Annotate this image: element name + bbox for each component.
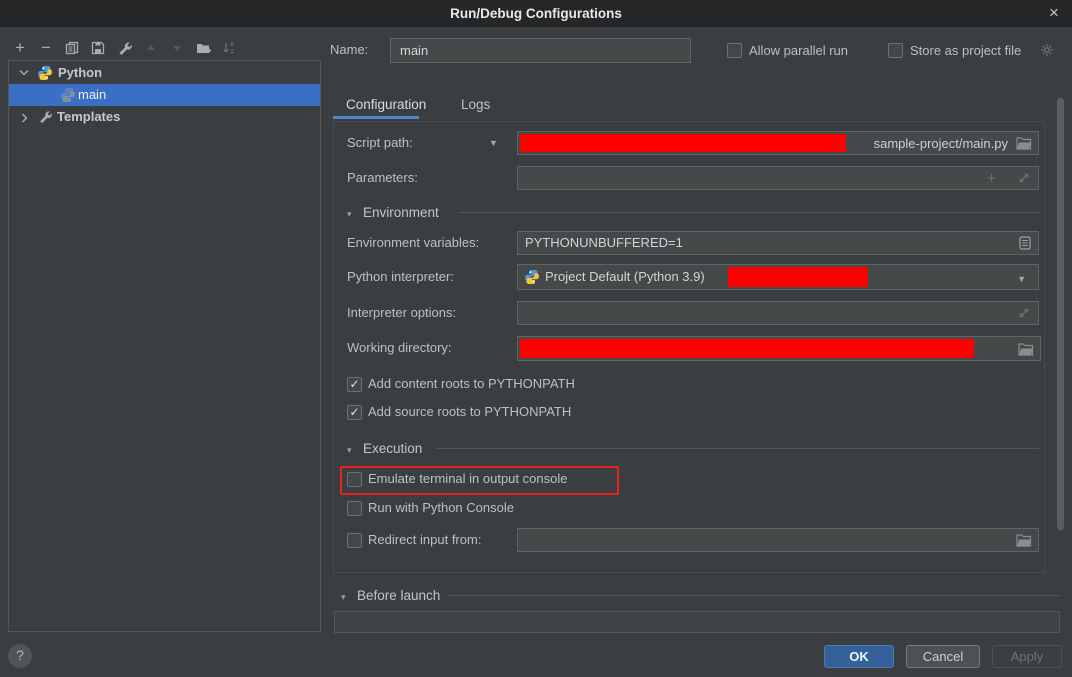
cancel-button[interactable]: Cancel — [906, 645, 980, 668]
parameters-label: Parameters: — [347, 166, 418, 190]
wrench-icon — [117, 41, 132, 56]
interpreter-options-field[interactable] — [517, 301, 1039, 325]
parameters-field[interactable]: + — [517, 166, 1039, 190]
script-path-field[interactable]: sample-project/main.py — [517, 131, 1039, 155]
store-as-project-file-label: Store as project file — [910, 43, 1021, 59]
execution-section-caret-icon[interactable]: ▾ — [347, 443, 352, 457]
working-directory-label: Working directory: — [347, 336, 452, 360]
help-icon: ? — [16, 647, 24, 663]
arrow-up-icon — [145, 42, 157, 54]
check-icon: ✓ — [349, 405, 359, 419]
environment-section-title[interactable]: Environment — [363, 205, 439, 221]
emulate-terminal-label: Emulate terminal in output console — [368, 471, 567, 487]
title-bar: Run/Debug Configurations × — [0, 0, 1072, 27]
tree-item-label: Python — [58, 62, 102, 84]
python-interpreter-label: Python interpreter: — [347, 265, 454, 289]
folder-icon[interactable] — [1016, 534, 1032, 547]
redirect-input-label: Redirect input from: — [368, 532, 481, 548]
redirect-input-field[interactable] — [517, 528, 1039, 552]
folder-plus-icon — [196, 41, 211, 55]
name-input[interactable] — [390, 38, 691, 63]
active-tab-underline — [333, 116, 419, 119]
add-source-roots-checkbox[interactable]: ✓ — [347, 405, 362, 420]
script-path-label: Script path: — [347, 131, 413, 155]
redirect-input-checkbox[interactable] — [347, 533, 362, 548]
interpreter-dropdown-icon[interactable]: ▼ — [1017, 273, 1026, 285]
allow-parallel-run-checkbox[interactable] — [727, 43, 742, 58]
before-launch-caret-icon[interactable]: ▾ — [341, 590, 346, 604]
environment-variables-field[interactable]: PYTHONUNBUFFERED=1 — [517, 231, 1039, 255]
before-launch-task-list[interactable] — [334, 611, 1060, 633]
run-with-python-console-label: Run with Python Console — [368, 500, 514, 516]
python-interpreter-combobox[interactable]: Project Default (Python 3.9) ▼ — [517, 264, 1039, 290]
emulate-terminal-checkbox[interactable] — [347, 472, 362, 487]
sort-az-icon — [222, 41, 236, 55]
python-icon — [524, 269, 540, 285]
add-configuration-button[interactable]: + — [10, 38, 30, 58]
chevron-down-icon — [19, 69, 29, 77]
tree-item-label: main — [78, 84, 106, 106]
configurations-tree: Python main Templates — [8, 60, 321, 632]
vertical-scrollbar-thumb[interactable] — [1057, 98, 1064, 530]
add-content-roots-label: Add content roots to PYTHONPATH — [368, 376, 575, 392]
add-source-roots-label: Add source roots to PYTHONPATH — [368, 404, 571, 420]
add-content-roots-checkbox[interactable]: ✓ — [347, 377, 362, 392]
wrench-icon — [38, 110, 52, 124]
move-down-button[interactable] — [167, 38, 187, 58]
run-with-python-console-checkbox[interactable] — [347, 501, 362, 516]
environment-variables-label: Environment variables: — [347, 231, 479, 255]
sort-configurations-button[interactable] — [219, 38, 239, 58]
redaction — [520, 134, 846, 152]
redaction — [520, 339, 974, 358]
execution-section-title[interactable]: Execution — [363, 441, 422, 457]
redaction — [728, 267, 868, 287]
name-label: Name: — [330, 38, 368, 62]
minus-icon: − — [41, 39, 51, 57]
python-icon — [60, 87, 76, 103]
folder-icon[interactable] — [1016, 137, 1032, 150]
allow-parallel-run-label: Allow parallel run — [749, 43, 848, 59]
dialog-title: Run/Debug Configurations — [0, 0, 1072, 27]
move-up-button[interactable] — [141, 38, 161, 58]
section-divider — [458, 212, 1039, 213]
remove-configuration-button[interactable]: − — [36, 38, 56, 58]
store-as-project-file-checkbox[interactable] — [888, 43, 903, 58]
plus-icon: + — [15, 39, 25, 57]
tab-configuration[interactable]: Configuration — [346, 97, 426, 112]
save-configuration-button[interactable] — [88, 38, 108, 58]
folder-icon[interactable] — [1018, 343, 1034, 356]
copy-configuration-button[interactable] — [62, 38, 82, 58]
section-divider — [436, 448, 1039, 449]
copy-icon — [65, 41, 79, 55]
ok-button[interactable]: OK — [824, 645, 894, 668]
new-folder-button[interactable] — [193, 38, 213, 58]
check-icon: ✓ — [349, 377, 359, 391]
section-divider — [448, 595, 1060, 596]
script-path-dropdown-icon[interactable]: ▼ — [489, 137, 498, 149]
browse-variables-icon[interactable] — [1019, 236, 1031, 250]
chevron-right-icon — [21, 113, 29, 123]
tree-item-label: Templates — [57, 106, 120, 128]
python-icon — [37, 65, 53, 81]
help-button[interactable]: ? — [8, 644, 32, 668]
working-directory-field[interactable] — [517, 336, 1041, 361]
tab-logs[interactable]: Logs — [461, 97, 490, 112]
environment-section-caret-icon[interactable]: ▾ — [347, 207, 352, 221]
close-icon[interactable]: × — [1044, 0, 1064, 27]
arrow-down-icon — [171, 42, 183, 54]
tree-item-python[interactable]: Python — [9, 62, 320, 84]
expand-field-icon[interactable] — [1018, 307, 1030, 319]
interpreter-options-label: Interpreter options: — [347, 301, 456, 325]
expand-field-icon[interactable] — [1018, 172, 1030, 184]
tree-item-templates[interactable]: Templates — [9, 106, 320, 128]
script-path-value: sample-project/main.py — [874, 132, 1008, 156]
save-icon — [91, 41, 105, 55]
gear-icon[interactable] — [1040, 43, 1054, 57]
insert-macro-icon[interactable]: + — [987, 170, 996, 187]
edit-templates-button[interactable] — [114, 38, 134, 58]
apply-button[interactable]: Apply — [992, 645, 1062, 668]
tree-item-main-selected[interactable]: main — [9, 84, 320, 106]
before-launch-section-title[interactable]: Before launch — [357, 588, 440, 604]
environment-variables-value: PYTHONUNBUFFERED=1 — [518, 232, 1038, 254]
